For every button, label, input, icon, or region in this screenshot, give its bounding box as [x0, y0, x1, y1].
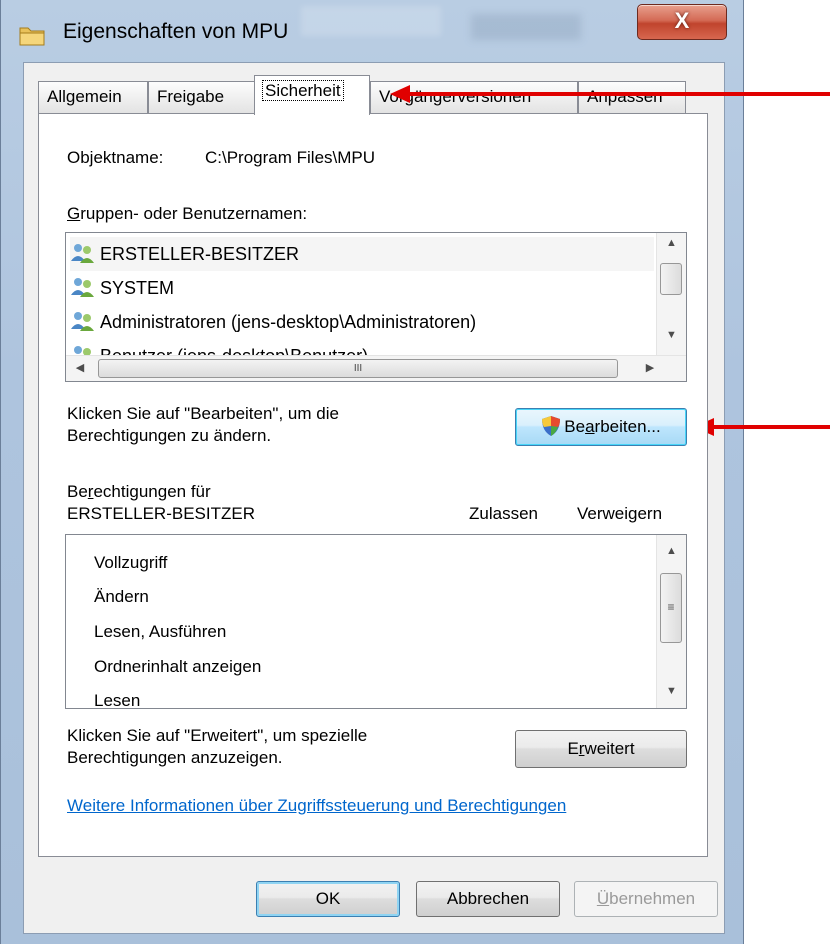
permissions-for-label: Berechtigungen für	[67, 482, 211, 501]
user-group-icon	[71, 312, 94, 332]
close-button[interactable]: X	[637, 4, 727, 40]
deny-column-header: Verweigern	[577, 504, 663, 523]
scroll-right-icon[interactable]: ▶	[640, 361, 660, 374]
users-listbox[interactable]: ERSTELLER-BESITZER SYSTEM Administratore…	[65, 232, 687, 382]
annotation-arrow-shaft	[710, 425, 830, 429]
dialog-window: Eigenschaften von MPU X Allgemein Freiga…	[0, 0, 744, 944]
user-group-icon	[74, 346, 91, 355]
scroll-down-icon[interactable]: ▼	[657, 329, 686, 341]
permissions-vertical-scrollbar[interactable]: ▲ ≡ ▼	[656, 535, 686, 708]
user-group-icon	[71, 244, 94, 264]
tab-freigabe[interactable]: Freigabe	[148, 81, 256, 113]
list-item[interactable]: ERSTELLER-BESITZER	[70, 237, 654, 271]
uac-shield-icon	[542, 415, 561, 436]
tab-sicherheit[interactable]: Sicherheit	[254, 75, 370, 115]
permission-row: Lesen	[94, 691, 141, 709]
tab-label: Freigabe	[157, 87, 225, 106]
permission-row: Lesen, Ausführen	[94, 622, 227, 641]
scroll-up-icon[interactable]: ▲	[657, 545, 686, 557]
scroll-left-icon[interactable]: ◀	[70, 361, 90, 374]
list-item[interactable]: Administratoren (jens-desktop\Administra…	[70, 305, 476, 339]
folder-icon	[19, 27, 45, 46]
tab-label: Sicherheit	[262, 80, 344, 101]
allow-column-header: Zulassen	[469, 504, 538, 523]
dialog-client-area: Allgemein Freigabe Sicherheit Vorgängerv…	[23, 62, 725, 934]
scroll-thumb[interactable]: ≡	[660, 573, 682, 643]
scroll-thumb[interactable]: III	[98, 359, 618, 378]
object-name-value: C:\Program Files\MPU	[205, 148, 376, 167]
annotation-arrow-head	[390, 85, 410, 103]
apply-button[interactable]: Übernehmen	[574, 881, 718, 917]
object-name-label: Objektname:	[67, 148, 164, 167]
tab-anpassen[interactable]: Anpassen	[578, 81, 686, 113]
glass-reflection	[471, 14, 581, 40]
permission-row: Ändern	[94, 587, 149, 606]
scroll-up-icon[interactable]: ▲	[657, 237, 686, 249]
tab-allgemein[interactable]: Allgemein	[38, 81, 148, 113]
groups-label: Gruppen- oder Benutzernamen:	[67, 204, 308, 223]
glass-reflection	[301, 6, 441, 36]
edit-hint-line2: Berechtigungen zu ändern.	[67, 426, 272, 445]
list-item[interactable]: Benutzer (jens-desktop\Benutzer)	[70, 339, 368, 355]
scroll-thumb[interactable]	[660, 263, 682, 295]
advanced-button[interactable]: Erweitert	[515, 730, 687, 768]
tab-label: Allgemein	[47, 87, 122, 106]
scroll-down-icon[interactable]: ▼	[657, 685, 686, 697]
permissions-for-principal: ERSTELLER-BESITZER	[67, 504, 255, 523]
more-info-link[interactable]: Weitere Informationen über Zugriffssteue…	[67, 796, 566, 816]
permissions-listbox[interactable]: Vollzugriff Ändern Lesen, Ausführen Ordn…	[65, 534, 687, 709]
cancel-button[interactable]: Abbrechen	[416, 881, 560, 917]
annotation-arrow-shaft	[406, 92, 830, 96]
tab-label: Anpassen	[587, 87, 663, 106]
edit-hint-line1: Klicken Sie auf "Bearbeiten", um die	[67, 404, 339, 423]
edit-button[interactable]: Bearbeiten...	[515, 408, 687, 446]
advanced-hint-line2: Berechtigungen anzuzeigen.	[67, 748, 283, 767]
users-horizontal-scrollbar[interactable]: ◀ III ▶	[66, 355, 686, 381]
close-icon: X	[674, 8, 690, 33]
window-title: Eigenschaften von MPU	[63, 20, 289, 43]
list-item[interactable]: SYSTEM	[70, 271, 174, 305]
permission-row: Vollzugriff	[94, 553, 168, 572]
title-bar[interactable]: Eigenschaften von MPU X	[1, 0, 743, 62]
user-group-icon	[71, 278, 94, 298]
permission-row: Ordnerinhalt anzeigen	[94, 657, 262, 676]
users-vertical-scrollbar[interactable]: ▲ ▼	[656, 233, 686, 355]
security-tab-panel: Objektname: C:\Program Files\MPU Gruppen…	[38, 113, 708, 857]
advanced-hint-line1: Klicken Sie auf "Erweitert", um speziell…	[67, 726, 368, 745]
ok-button[interactable]: OK	[256, 881, 400, 917]
